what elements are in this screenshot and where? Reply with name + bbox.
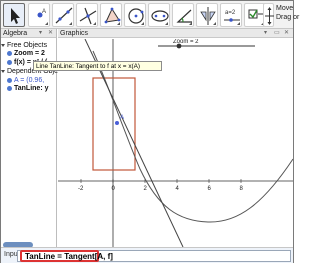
move-graphics-tool-button[interactable]: [263, 3, 274, 27]
conic-tool-button[interactable]: [148, 3, 170, 27]
line-tool-button[interactable]: [52, 3, 74, 27]
visibility-toggle-icon[interactable]: [7, 77, 12, 83]
point-a[interactable]: [115, 121, 119, 125]
close-view-icon[interactable]: ✕: [284, 29, 289, 38]
point-a-label: A: [120, 115, 124, 121]
algebra-view-header: Algebra ▾ ✕: [1, 29, 56, 38]
graphics-view-title: Graphics: [60, 30, 89, 37]
x-tick-label: 0: [112, 186, 116, 192]
svg-text:A: A: [42, 9, 46, 15]
algebra-item-tanline[interactable]: TanLine: y: [7, 84, 48, 93]
view-menu-icon[interactable]: ▾: [39, 29, 42, 38]
x-tick-label: -2: [78, 186, 84, 192]
x-tick-label: 4: [176, 186, 180, 192]
tool-help: Move Drag or: [276, 4, 299, 22]
slider-tool-button[interactable]: a=2: [220, 3, 242, 27]
reflect-tool-button[interactable]: [196, 3, 218, 27]
view-menu-icon[interactable]: ▾: [264, 29, 267, 38]
input-bar: Input: TanLine = Tangent[A, f]: [1, 247, 293, 263]
visibility-toggle-icon[interactable]: [7, 59, 12, 65]
function-f-curve[interactable]: [92, 50, 293, 223]
move-graphics-icon: [265, 7, 274, 25]
x-tick-label: 6: [208, 186, 212, 192]
arrow-cursor-icon: [11, 8, 20, 24]
svg-text:a=2: a=2: [225, 10, 236, 16]
close-view-icon[interactable]: ✕: [48, 29, 53, 38]
move-tool-button[interactable]: [3, 3, 25, 27]
perpendicular-tool-button[interactable]: [76, 3, 98, 27]
graphics-view-header: Graphics ▾ ▭ ✕: [58, 29, 293, 38]
x-tick-label: 2: [144, 186, 148, 192]
visibility-toggle-icon[interactable]: [7, 50, 12, 56]
angle-tool-button[interactable]: [172, 3, 194, 27]
collapse-icon[interactable]: [1, 69, 5, 73]
input-field-value[interactable]: TanLine = Tangent[A, f]: [25, 252, 113, 261]
algebra-item-zoom[interactable]: Zoom = 2: [7, 49, 45, 58]
polygon-tool-button[interactable]: [100, 3, 122, 27]
zoom-rectangle: [92, 77, 136, 171]
algebra-view-title: Algebra: [3, 30, 28, 37]
toolbar: A a=2 Move Drag or: [1, 1, 299, 29]
geogebra-window: A a=2 Move Drag or Algebra ▾ ✕ Free Obje…: [0, 0, 299, 263]
point-tool-button[interactable]: A: [28, 3, 50, 27]
visibility-toggle-icon[interactable]: [7, 85, 12, 91]
tool-help-title: Move: [276, 5, 294, 12]
tool-help-hint: Drag or: [276, 14, 300, 21]
collapse-icon[interactable]: [1, 43, 5, 47]
x-tick-label: 8: [240, 186, 244, 192]
zoom-slider-label: Zoom = 2: [173, 39, 199, 45]
minimize-view-icon[interactable]: ▭: [274, 29, 280, 38]
tooltip: Line TanLine: Tangent to f at x = x(A): [33, 61, 162, 71]
circle-tool-button[interactable]: [124, 3, 146, 27]
input-field[interactable]: TanLine = Tangent[A, f]: [17, 250, 291, 262]
